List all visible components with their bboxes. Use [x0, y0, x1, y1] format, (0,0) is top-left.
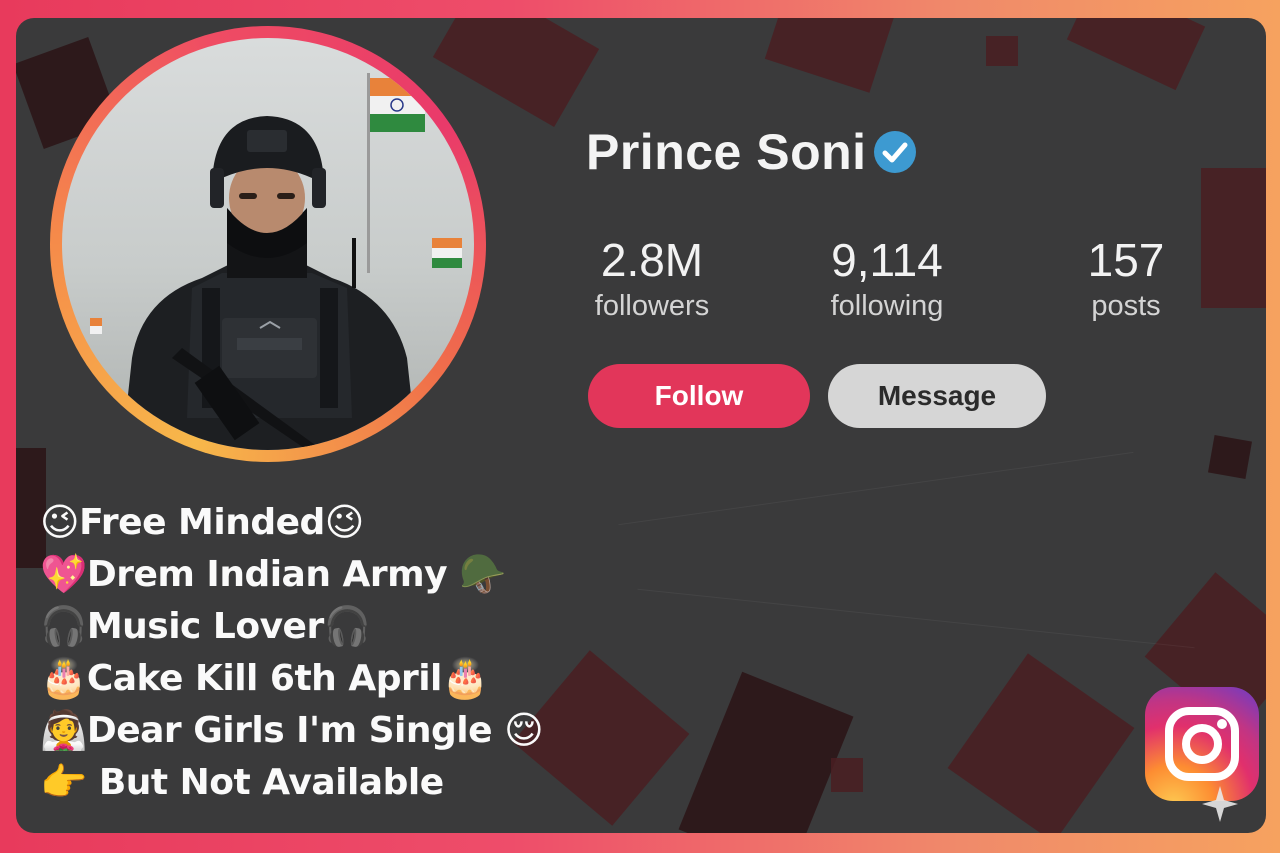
stat-label: posts: [1091, 290, 1161, 322]
stat-value: 2.8M: [600, 234, 704, 286]
bio-text: But Not Available: [86, 761, 444, 803]
profile-card: Prince Soni 2.8M followers 9,114 followi…: [16, 18, 1266, 833]
stat-posts[interactable]: 157 posts: [1076, 232, 1176, 324]
sparkle-icon: [1202, 786, 1238, 822]
stat-label: following: [830, 290, 944, 322]
avatar[interactable]: [62, 38, 474, 450]
avatar-story-ring[interactable]: [50, 26, 486, 462]
wink-emoji-icon: 😉: [324, 500, 365, 544]
stat-followers[interactable]: 2.8M followers: [582, 232, 722, 324]
bio-text: Drem Indian Army: [86, 553, 460, 595]
bio-line: 👉 But Not Available: [40, 756, 543, 808]
bio-line: 🎧 Music Lover 🎧: [40, 600, 543, 652]
stat-following[interactable]: 9,114 following: [814, 232, 960, 324]
stat-label: followers: [594, 290, 710, 322]
bio-text: Music Lover: [86, 605, 324, 647]
profile-name-row: Prince Soni: [586, 120, 917, 184]
bg-decoration: [637, 588, 1195, 650]
bio-line: 🎂 Cake Kill 6th April 🎂: [40, 652, 543, 704]
birthday-cake-emoji-icon: 🎂: [40, 656, 87, 700]
wink-emoji-icon: 😉: [40, 500, 80, 544]
birthday-cake-emoji-icon: 🎂: [441, 656, 489, 700]
bio-text: Dear Girls I'm Single: [86, 709, 505, 751]
profile-name: Prince Soni: [586, 124, 867, 180]
bg-decoration: [678, 671, 854, 833]
bg-decoration: [1207, 434, 1253, 480]
bio-line: 😉 Free Minded 😉: [40, 496, 543, 548]
message-button[interactable]: Message: [828, 364, 1046, 428]
stat-value: 9,114: [831, 234, 943, 286]
bio-line: 👰 Dear Girls I'm Single 😌: [40, 704, 544, 756]
bg-decoration: [432, 18, 600, 127]
bio-line: 💖 Drem Indian Army 🪖: [40, 548, 543, 600]
profile-bio: 😉 Free Minded 😉 💖 Drem Indian Army 🪖 🎧 M…: [40, 496, 544, 808]
bg-decoration: [1066, 18, 1206, 91]
verified-check-icon: [873, 131, 916, 173]
relieved-face-emoji-icon: 😌: [504, 708, 544, 752]
sparkling-heart-emoji-icon: 💖: [40, 552, 87, 596]
gradient-frame: Prince Soni 2.8M followers 9,114 followi…: [0, 0, 1280, 853]
headphone-emoji-icon: 🎧: [323, 604, 371, 648]
bg-decoration: [618, 451, 1134, 527]
bg-decoration: [1201, 168, 1266, 308]
soldier-portrait-image: [90, 73, 462, 450]
bio-text: Cake Kill 6th April: [86, 657, 443, 699]
bg-decoration: [947, 653, 1135, 833]
follow-button[interactable]: Follow: [588, 364, 810, 428]
bg-decoration: [764, 18, 898, 93]
military-helmet-emoji-icon: 🪖: [459, 552, 506, 596]
bg-decoration: [986, 36, 1018, 66]
bride-emoji-icon: 👰: [40, 708, 87, 752]
stat-value: 157: [1087, 234, 1165, 286]
bio-text: Free Minded: [79, 501, 325, 543]
bg-decoration: [831, 758, 863, 792]
headphone-emoji-icon: 🎧: [40, 604, 87, 648]
pointing-right-emoji-icon: 👉: [40, 760, 87, 804]
